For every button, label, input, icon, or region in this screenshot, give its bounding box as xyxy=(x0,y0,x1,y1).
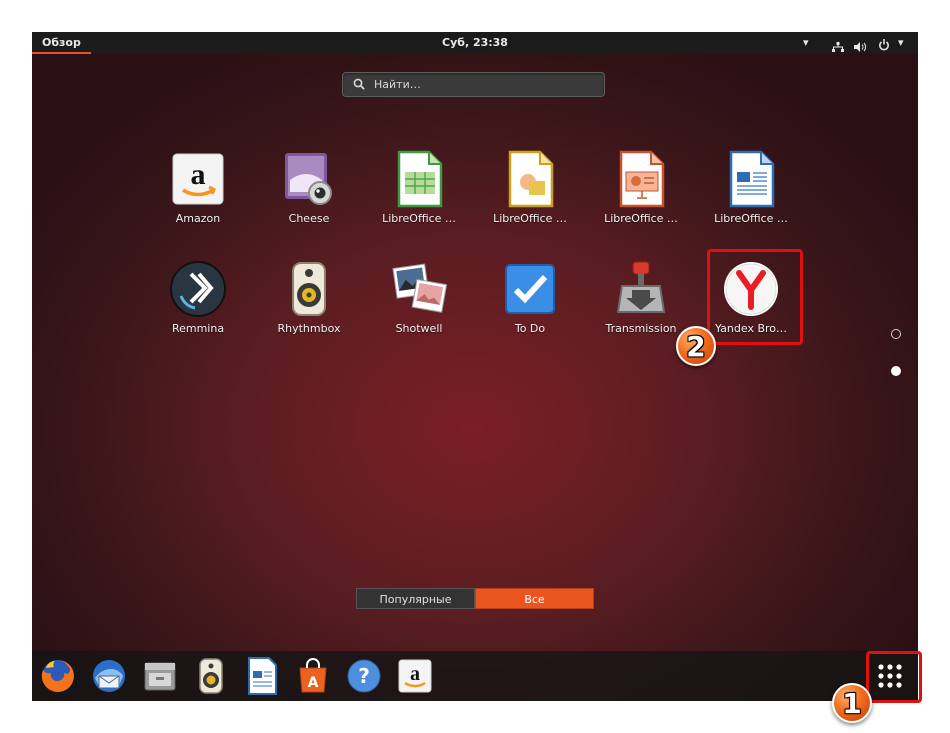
dropdown-arrow-icon[interactable]: ▾ xyxy=(803,32,809,54)
remmina-icon xyxy=(170,261,226,317)
libreoffice-writer-icon xyxy=(729,150,775,208)
app-libreoffice-calc[interactable]: LibreOffice … xyxy=(369,140,469,240)
dock-item-writer[interactable] xyxy=(242,656,282,696)
app-libreoffice-impress[interactable]: LibreOffice … xyxy=(591,140,691,240)
search-icon xyxy=(353,78,365,90)
volume-icon[interactable] xyxy=(854,38,868,52)
libreoffice-calc-icon xyxy=(397,150,443,208)
dock-item-files[interactable] xyxy=(140,656,180,696)
desktop-screen: Обзор Суб, 23:38 ▾ ▾ Найти… a Amazon Che… xyxy=(32,32,918,701)
app-cheese[interactable]: Cheese xyxy=(259,140,359,240)
app-label: LibreOffice … xyxy=(493,212,567,225)
dock-item-firefox[interactable] xyxy=(38,656,78,696)
amazon-icon: a xyxy=(398,659,432,693)
step-badge-2: 2 xyxy=(676,326,716,366)
todo-checkmark-icon xyxy=(505,264,555,314)
app-label: Amazon xyxy=(175,212,221,225)
help-icon: ? xyxy=(347,659,381,693)
svg-text:a: a xyxy=(410,663,420,685)
libreoffice-impress-icon xyxy=(619,150,665,208)
app-label: Rhythmbox xyxy=(277,322,341,335)
app-transmission[interactable]: Transmission xyxy=(591,250,691,350)
clock[interactable]: Суб, 23:38 xyxy=(32,32,918,54)
dock-item-rhythmbox[interactable] xyxy=(191,656,231,696)
app-label: Cheese xyxy=(288,212,330,225)
app-shotwell[interactable]: Shotwell xyxy=(369,250,469,350)
app-label: LibreOffice … xyxy=(382,212,456,225)
dock-item-thunderbird[interactable] xyxy=(89,656,129,696)
search-placeholder: Найти… xyxy=(374,78,421,91)
app-label: LibreOffice … xyxy=(714,212,788,225)
app-libreoffice-writer[interactable]: LibreOffice … xyxy=(701,140,801,240)
step-badge-1: 1 xyxy=(832,683,872,723)
app-label: Remmina xyxy=(171,322,225,335)
dock: A ? a xyxy=(32,651,918,701)
thunderbird-icon xyxy=(93,660,125,692)
app-todo[interactable]: To Do xyxy=(480,250,580,350)
app-libreoffice-draw[interactable]: LibreOffice … xyxy=(480,140,580,240)
top-bar: Обзор Суб, 23:38 ▾ ▾ xyxy=(32,32,918,54)
shotwell-photos-icon xyxy=(392,263,448,313)
amazon-icon: a xyxy=(172,153,224,205)
page-indicator-1[interactable] xyxy=(891,329,901,339)
power-icon[interactable] xyxy=(878,37,890,51)
network-icon[interactable] xyxy=(832,38,844,52)
app-label: Transmission xyxy=(605,322,677,335)
frequent-apps-button[interactable]: Популярные xyxy=(356,588,475,609)
page-indicator-2[interactable] xyxy=(891,366,901,376)
dock-item-amazon[interactable]: a xyxy=(395,656,435,696)
app-rhythmbox[interactable]: Rhythmbox xyxy=(259,250,359,350)
menu-arrow-icon[interactable]: ▾ xyxy=(898,32,904,54)
libreoffice-draw-icon xyxy=(508,150,554,208)
search-input[interactable]: Найти… xyxy=(342,72,605,97)
app-amazon[interactable]: a Amazon xyxy=(148,140,248,240)
highlight-show-apps xyxy=(866,651,922,703)
dock-item-help[interactable]: ? xyxy=(344,656,384,696)
view-switcher: Популярные Все xyxy=(356,588,594,609)
app-label: LibreOffice … xyxy=(604,212,678,225)
firefox-icon xyxy=(41,660,74,692)
dock-item-software[interactable]: A xyxy=(293,656,333,696)
files-icon xyxy=(144,662,176,691)
svg-text:?: ? xyxy=(358,664,370,688)
transmission-icon xyxy=(616,261,666,313)
cheese-webcam-icon xyxy=(285,153,332,205)
highlight-yandex xyxy=(707,249,803,345)
app-label: Shotwell xyxy=(395,322,443,335)
writer-icon xyxy=(248,657,277,695)
rhythmbox-speaker-icon xyxy=(292,262,326,316)
svg-text:a: a xyxy=(191,158,206,191)
rhythmbox-icon xyxy=(199,658,223,694)
software-center-icon: A xyxy=(299,658,327,693)
app-label: To Do xyxy=(514,322,546,335)
svg-text:A: A xyxy=(308,675,319,691)
app-remmina[interactable]: Remmina xyxy=(148,250,248,350)
all-apps-button[interactable]: Все xyxy=(475,588,594,609)
